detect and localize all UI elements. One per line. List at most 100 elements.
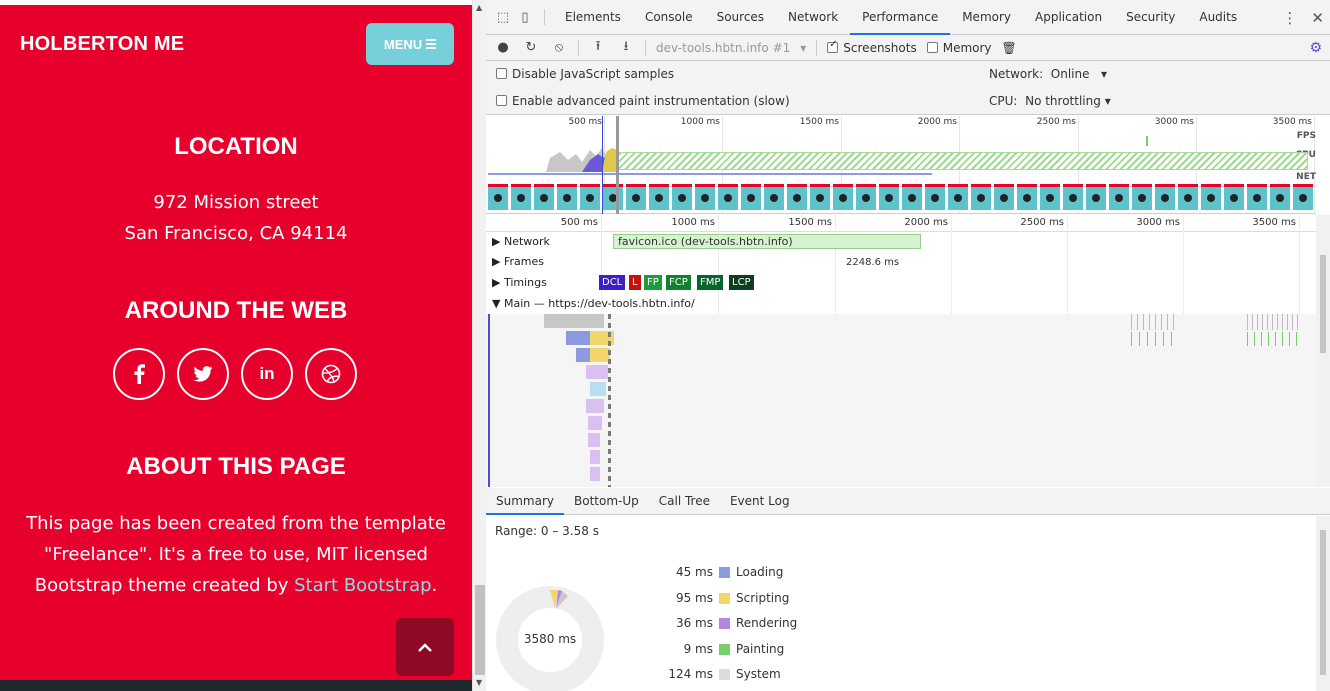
profile-select[interactable]: dev-tools.hbtn.info #1 <box>656 41 790 55</box>
tab-audits[interactable]: Audits <box>1187 0 1249 35</box>
screenshot-thumb[interactable] <box>1293 184 1313 210</box>
tab-performance[interactable]: Performance <box>850 0 951 35</box>
tab-console[interactable]: Console <box>633 0 705 35</box>
timeline-overview[interactable]: 500 ms 1000 ms 1500 ms 2000 ms 2500 ms 3… <box>486 116 1316 214</box>
scroll-down-arrow-icon[interactable]: ▼ <box>476 678 482 687</box>
screenshot-thumb[interactable] <box>764 184 784 210</box>
task-cluster[interactable] <box>1247 314 1302 330</box>
screenshot-thumb[interactable] <box>557 184 577 210</box>
screenshot-thumb[interactable] <box>511 184 531 210</box>
screenshot-thumb[interactable] <box>718 184 738 210</box>
screenshot-thumb[interactable] <box>1086 184 1106 210</box>
screenshot-thumb[interactable] <box>1109 184 1129 210</box>
record-icon[interactable]: ● <box>494 40 512 55</box>
memory-checkbox[interactable]: Memory <box>926 41 992 55</box>
screenshot-thumb[interactable] <box>810 184 830 210</box>
flame-scrollbar[interactable] <box>1316 215 1330 487</box>
rendering-block[interactable] <box>586 399 604 413</box>
network-track-toggle[interactable]: ▶ Network <box>492 235 550 248</box>
paint-cluster[interactable] <box>1247 332 1302 346</box>
screenshot-thumb[interactable] <box>856 184 876 210</box>
linkedin-link[interactable]: in <box>241 348 293 400</box>
reload-icon[interactable]: ↻ <box>522 40 540 55</box>
settings-gear-icon[interactable]: ⚙ <box>1309 40 1322 56</box>
screenshot-thumb[interactable] <box>1132 184 1152 210</box>
screenshot-thumb[interactable] <box>1201 184 1221 210</box>
upload-icon[interactable]: ⭱ <box>589 37 607 59</box>
chevron-down-icon[interactable]: ▾ <box>800 41 806 55</box>
dcl-marker[interactable]: DCL <box>599 275 626 290</box>
screenshot-thumb[interactable] <box>994 184 1014 210</box>
network-throttle[interactable]: Network: Online ▾ <box>989 61 1107 88</box>
paint-cluster[interactable] <box>1131 332 1175 346</box>
rendering-block[interactable] <box>586 365 608 379</box>
tab-event-log[interactable]: Event Log <box>720 488 800 515</box>
timings-track-toggle[interactable]: ▶ Timings <box>492 276 547 289</box>
screenshot-thumb[interactable] <box>902 184 922 210</box>
screenshot-thumb[interactable] <box>787 184 807 210</box>
screenshot-thumb[interactable] <box>1270 184 1290 210</box>
main-track-toggle[interactable]: ▼ Main — https://dev-tools.hbtn.info/ <box>492 297 695 310</box>
summary-scrollbar[interactable] <box>1316 516 1330 691</box>
page-scrollbar[interactable]: ▲ ▼ <box>472 0 486 691</box>
screenshot-thumb[interactable] <box>649 184 669 210</box>
screenshot-thumb[interactable] <box>833 184 853 210</box>
tab-call-tree[interactable]: Call Tree <box>649 488 720 515</box>
main-thread-flame[interactable] <box>486 314 1316 487</box>
scroll-up-arrow-icon[interactable]: ▲ <box>476 3 482 12</box>
rendering-block[interactable] <box>588 433 600 447</box>
screenshot-thumb[interactable] <box>1017 184 1037 210</box>
tab-sources[interactable]: Sources <box>705 0 776 35</box>
screenshots-checkbox[interactable]: Screenshots <box>827 39 917 55</box>
screenshot-thumb[interactable] <box>603 184 623 210</box>
tab-summary[interactable]: Summary <box>486 488 564 515</box>
screenshot-thumb[interactable] <box>1247 184 1267 210</box>
lcp-marker[interactable]: LCP <box>729 275 754 290</box>
screenshot-thumb[interactable] <box>1063 184 1083 210</box>
facebook-link[interactable] <box>113 348 165 400</box>
screenshot-thumb[interactable] <box>626 184 646 210</box>
tab-elements[interactable]: Elements <box>553 0 633 35</box>
screenshot-thumb[interactable] <box>672 184 692 210</box>
disable-js-samples-checkbox[interactable]: Disable JavaScript samples <box>496 61 674 88</box>
clear-icon[interactable]: ⦸ <box>550 40 568 55</box>
twitter-link[interactable] <box>177 348 229 400</box>
start-bootstrap-link[interactable]: Start Bootstrap <box>294 575 431 596</box>
menu-button[interactable]: MENU <box>366 23 454 65</box>
rendering-block[interactable] <box>590 467 600 481</box>
task-block[interactable] <box>544 314 604 328</box>
close-icon[interactable]: ✕ <box>1311 9 1324 27</box>
screenshot-thumb[interactable] <box>1040 184 1060 210</box>
screenshot-thumb[interactable] <box>488 184 508 210</box>
load-marker[interactable]: L <box>629 275 641 290</box>
page-scrollbar-thumb[interactable] <box>475 585 485 675</box>
favicon-request-bar[interactable]: favicon.ico (dev-tools.hbtn.info) <box>613 234 921 249</box>
inspect-element-icon[interactable]: ⬚ <box>492 10 514 25</box>
device-toolbar-icon[interactable]: ▯ <box>514 10 536 25</box>
screenshot-thumb[interactable] <box>948 184 968 210</box>
screenshot-thumb[interactable] <box>971 184 991 210</box>
loading-block[interactable] <box>576 348 590 362</box>
brand-logo[interactable]: HOLBERTON ME <box>20 33 184 56</box>
tab-network[interactable]: Network <box>776 0 850 35</box>
selection-right-handle[interactable] <box>616 116 619 214</box>
frames-track-toggle[interactable]: ▶ Frames <box>492 255 544 268</box>
rendering-block[interactable] <box>590 450 600 464</box>
screenshot-thumb[interactable] <box>580 184 600 210</box>
task-cluster[interactable] <box>1131 314 1175 330</box>
flame-scrollbar-thumb[interactable] <box>1320 255 1326 353</box>
screenshot-thumb[interactable] <box>879 184 899 210</box>
fcp-marker[interactable]: FCP <box>666 275 691 290</box>
kebab-menu-icon[interactable]: ⋮ <box>1282 9 1297 27</box>
summary-scrollbar-thumb[interactable] <box>1320 530 1326 675</box>
download-icon[interactable]: ⭳ <box>617 37 635 59</box>
cpu-throttle[interactable]: CPU: No throttling ▾ <box>989 88 1111 115</box>
fp-marker[interactable]: FP <box>644 275 662 290</box>
scroll-to-top-button[interactable] <box>396 618 454 676</box>
tab-security[interactable]: Security <box>1114 0 1187 35</box>
screenshot-filmstrip[interactable] <box>488 184 1313 210</box>
loading-block[interactable] <box>566 331 590 345</box>
tab-memory[interactable]: Memory <box>950 0 1023 35</box>
trash-icon[interactable]: 🗑 <box>1002 41 1017 55</box>
tab-application[interactable]: Application <box>1023 0 1114 35</box>
